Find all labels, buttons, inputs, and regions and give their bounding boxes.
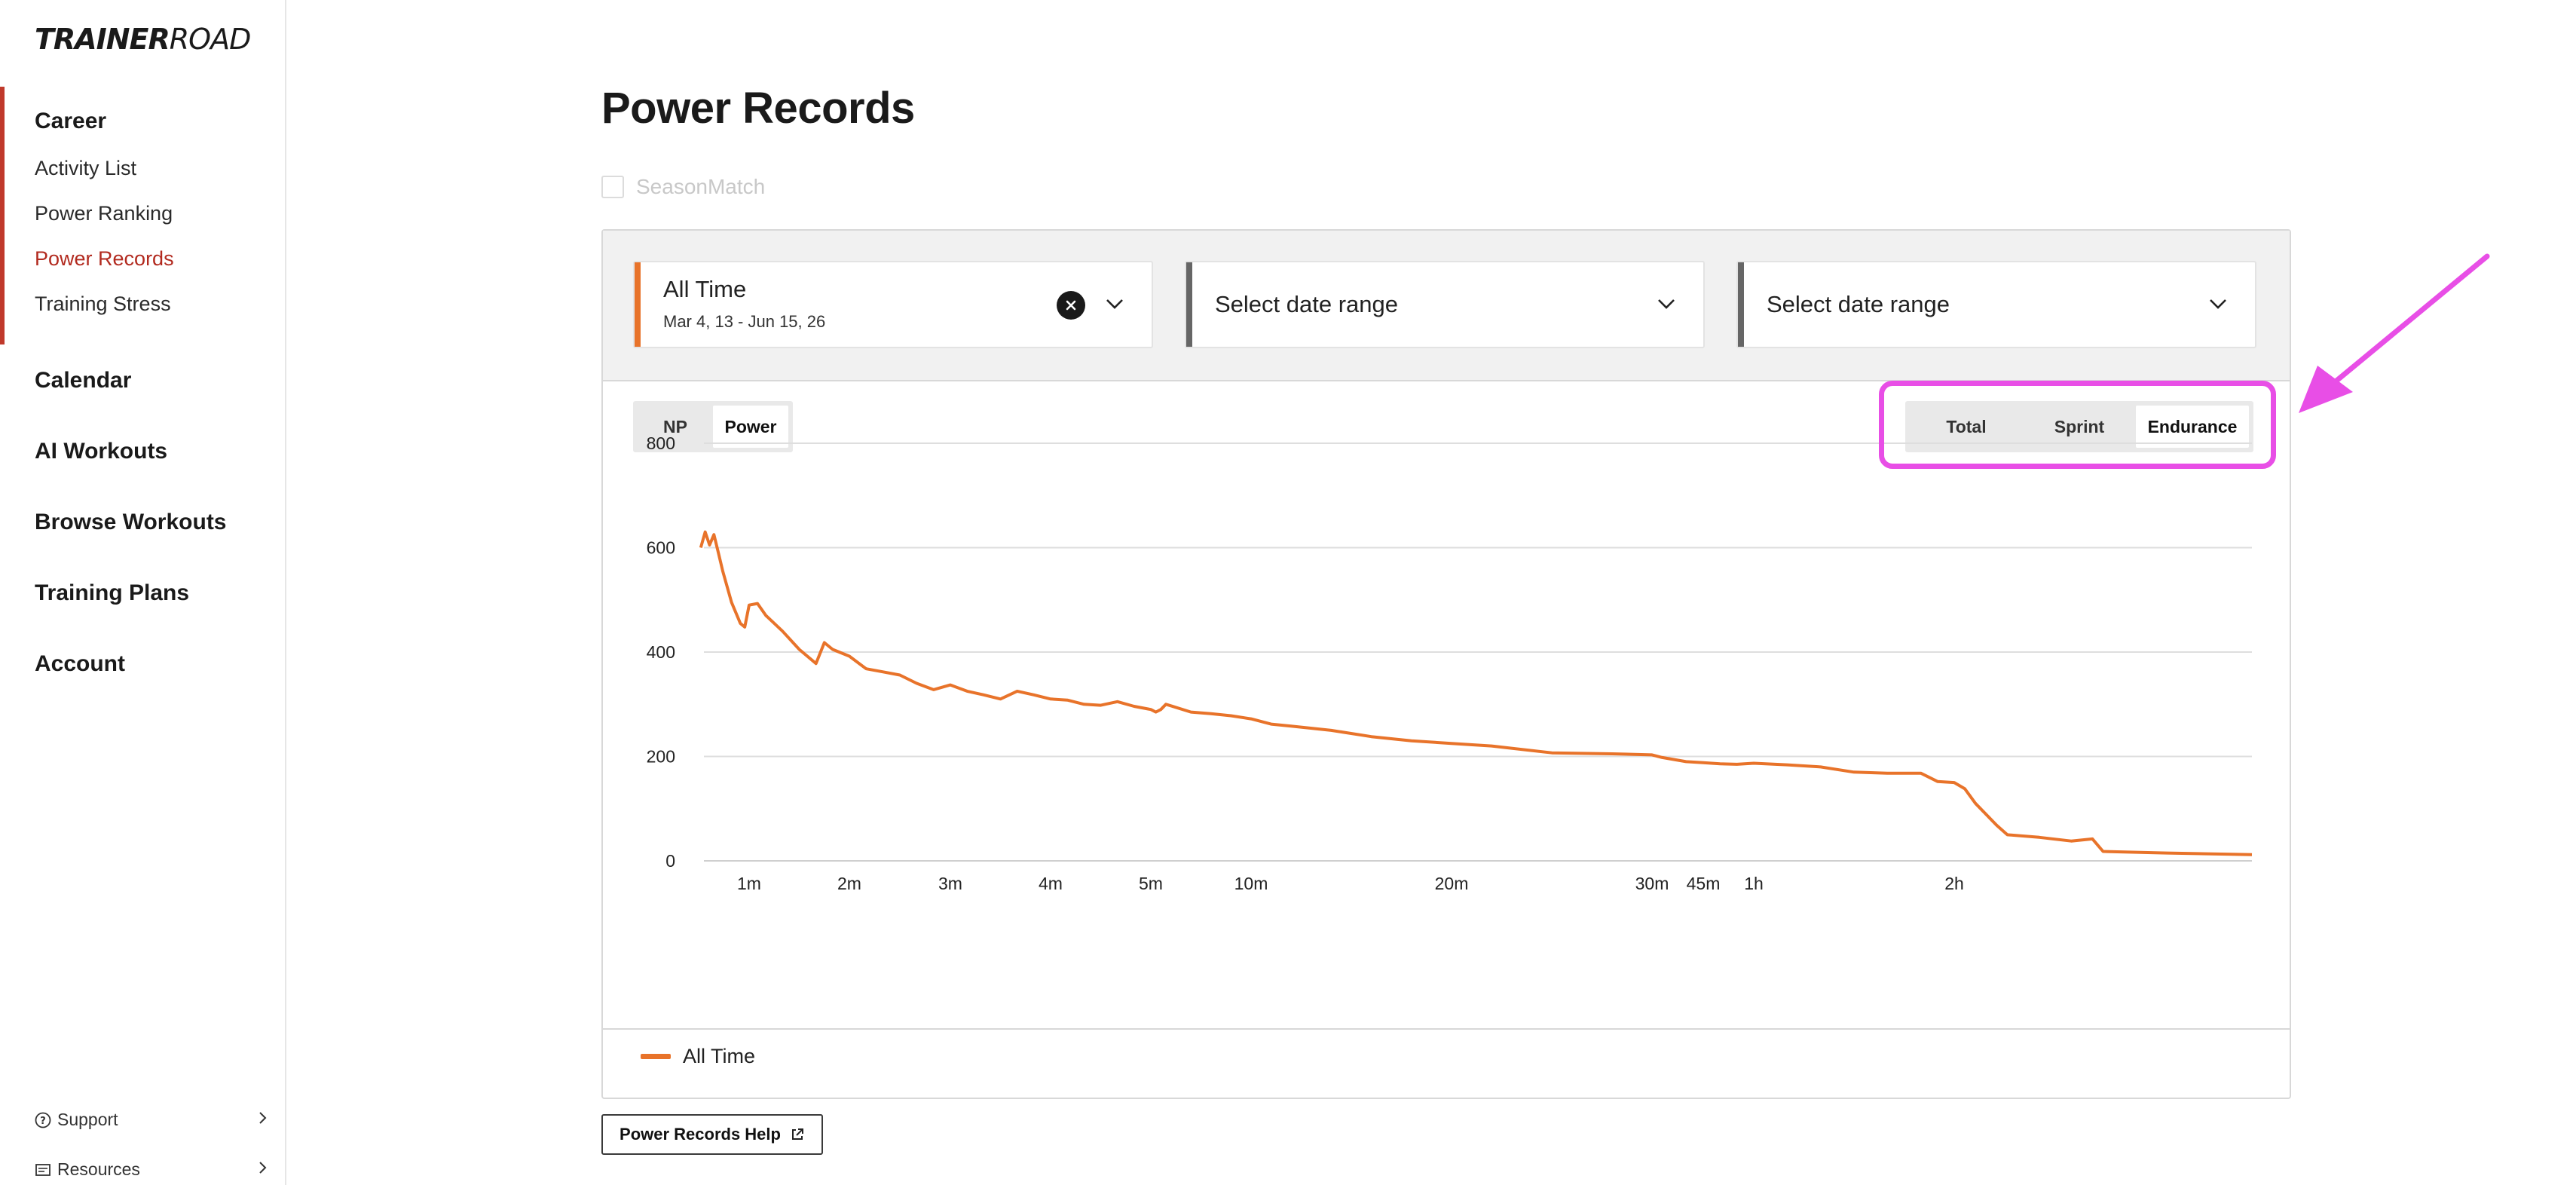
page-title: Power Records — [601, 84, 915, 133]
series-line-all-time[interactable] — [699, 530, 2253, 856]
seasonmatch-option[interactable]: SeasonMatch — [601, 175, 765, 199]
support-label: Support — [57, 1110, 118, 1129]
y-tick-label: 400 — [647, 642, 675, 662]
y-tick-label: 600 — [647, 538, 675, 558]
annotation-arrow-icon — [2299, 253, 2490, 413]
x-tick-label: 10m — [1234, 874, 1268, 893]
x-tick-label: 45m — [1687, 874, 1721, 893]
nav-training-plans[interactable]: Training Plans — [35, 580, 189, 606]
nav-career[interactable]: Career — [35, 109, 106, 134]
y-tick-label: 200 — [647, 747, 675, 767]
legend-swatch — [641, 1054, 671, 1059]
resources-icon — [35, 1162, 51, 1178]
nav-account[interactable]: Account — [35, 651, 125, 677]
legend-label: All Time — [683, 1045, 756, 1067]
trainerroad-logo[interactable]: TRAINERROAD — [35, 23, 251, 56]
help-circle-icon: ? — [35, 1112, 51, 1128]
power-records-help-button[interactable]: Power Records Help — [601, 1114, 823, 1155]
power-records-panel: All Time Mar 4, 13 - Jun 15, 26 Select d… — [601, 229, 2291, 1099]
sidebar: TRAINERROAD Career Activity List Power R… — [0, 0, 286, 1185]
x-tick-label: 2m — [837, 874, 861, 893]
nav-item-power-records[interactable]: Power Records — [35, 247, 174, 271]
x-tick-label: 5m — [1139, 874, 1163, 893]
nav-browse-workouts[interactable]: Browse Workouts — [35, 510, 227, 535]
x-tick-label: 4m — [1039, 874, 1063, 893]
power-curve-chart[interactable]: 0 200 400 600 800 1m 2m 3m 4m 5m 10m 20m 30m 45m 1h 2h — [603, 231, 2290, 1022]
y-tick-label: 800 — [647, 433, 675, 453]
y-tick-label: 0 — [665, 851, 675, 871]
annotation-highlight-box — [1879, 381, 2276, 469]
nav-calendar[interactable]: Calendar — [35, 368, 131, 393]
x-tick-label: 20m — [1435, 874, 1469, 893]
nav-item-power-ranking[interactable]: Power Ranking — [35, 202, 173, 225]
x-tick-label: 2h — [1944, 874, 1964, 893]
nav-ai-workouts[interactable]: AI Workouts — [35, 439, 167, 464]
help-button-label: Power Records Help — [620, 1125, 781, 1144]
x-tick-label: 30m — [1635, 874, 1669, 893]
chart-legend: All Time — [641, 1045, 755, 1068]
external-link-icon — [790, 1127, 805, 1142]
svg-text:?: ? — [40, 1116, 46, 1127]
x-tick-label: 1h — [1744, 874, 1764, 893]
legend-divider — [603, 1028, 2290, 1030]
nav-item-training-stress[interactable]: Training Stress — [35, 292, 171, 316]
chevron-right-icon — [258, 1110, 268, 1130]
chevron-right-icon — [258, 1159, 268, 1180]
sidebar-support[interactable]: ? Support — [35, 1110, 268, 1130]
career-section-indicator — [0, 87, 5, 344]
x-tick-label: 3m — [938, 874, 962, 893]
x-tick-label: 1m — [737, 874, 761, 893]
nav-item-activity-list[interactable]: Activity List — [35, 157, 136, 180]
seasonmatch-label: SeasonMatch — [636, 175, 766, 198]
sidebar-resources[interactable]: Resources — [35, 1159, 268, 1180]
seasonmatch-checkbox[interactable] — [601, 176, 624, 198]
resources-label: Resources — [57, 1159, 140, 1179]
